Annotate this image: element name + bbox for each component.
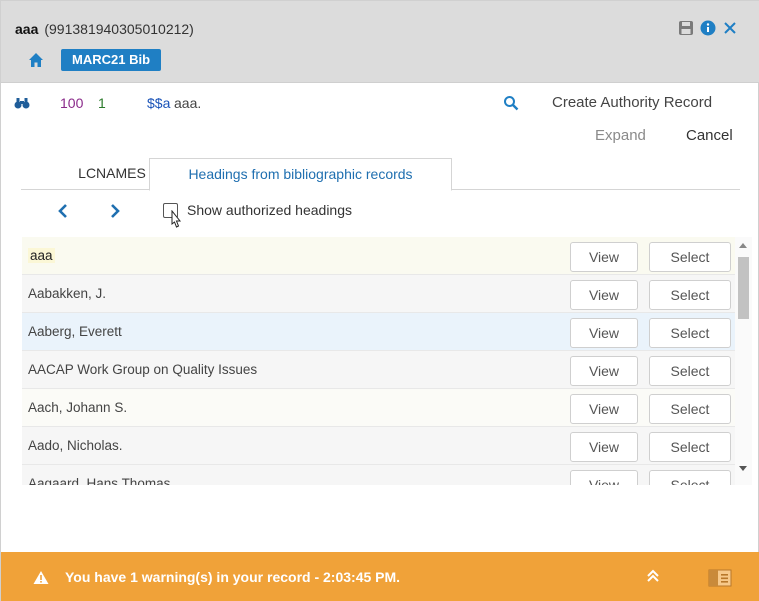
select-button[interactable]: Select: [649, 356, 731, 386]
headings-list: aaa View Select Aabakken, J. View Select…: [22, 237, 735, 485]
select-button[interactable]: Select: [649, 280, 731, 310]
heading-name: Aaberg, Everett: [28, 324, 122, 339]
select-button[interactable]: Select: [649, 432, 731, 462]
view-button[interactable]: View: [570, 318, 638, 348]
heading-name: Aado, Nicholas.: [28, 438, 123, 453]
list-item[interactable]: Aado, Nicholas. View Select: [22, 427, 735, 465]
search-icon[interactable]: [503, 95, 519, 111]
subfield-value: aaa.: [174, 95, 202, 111]
show-authorized-label: Show authorized headings: [187, 202, 353, 218]
authority-search-panel: aaa (991381940305010212) MARC21 Bib 100 …: [0, 0, 759, 601]
view-button[interactable]: View: [570, 356, 638, 386]
view-button[interactable]: View: [570, 432, 638, 462]
home-icon[interactable]: [28, 52, 44, 68]
binoculars-icon[interactable]: [14, 96, 30, 110]
select-button[interactable]: Select: [649, 242, 731, 272]
chevron-left-icon[interactable]: [57, 202, 69, 220]
heading-name: Aagaard, Hans Thomas: [28, 476, 171, 485]
cancel-link[interactable]: Cancel: [686, 127, 733, 144]
view-button[interactable]: View: [570, 394, 638, 424]
record-id: (991381940305010212): [44, 21, 194, 37]
heading-name: aaa: [28, 248, 55, 263]
create-authority-record-link[interactable]: Create Authority Record: [552, 94, 712, 111]
scroll-up-arrow[interactable]: [739, 243, 747, 248]
field-indicator: 1: [98, 95, 106, 111]
subfield-code: $$a: [147, 95, 171, 111]
select-button[interactable]: Select: [649, 318, 731, 348]
close-icon[interactable]: [722, 20, 738, 36]
select-button[interactable]: Select: [649, 394, 731, 424]
warning-icon: [33, 571, 49, 584]
list-item[interactable]: Aach, Johann S. View Select: [22, 389, 735, 427]
panel-toggle-icon[interactable]: [708, 569, 732, 587]
record-header: aaa (991381940305010212) MARC21 Bib: [1, 1, 759, 83]
save-icon[interactable]: [678, 20, 694, 36]
view-button[interactable]: View: [570, 280, 638, 310]
view-button[interactable]: View: [570, 470, 638, 485]
header-actions: [678, 20, 738, 36]
list-item[interactable]: Aagaard, Hans Thomas View Select: [22, 465, 735, 485]
heading-name: Aabakken, J.: [28, 286, 107, 301]
scroll-thumb[interactable]: [738, 257, 749, 319]
record-name: aaa: [15, 21, 39, 37]
list-item[interactable]: Aaberg, Everett View Select: [22, 313, 735, 351]
format-badge: MARC21 Bib: [61, 49, 162, 71]
list-item[interactable]: Aabakken, J. View Select: [22, 275, 735, 313]
info-icon[interactable]: [700, 20, 716, 36]
chevron-double-up-icon[interactable]: [646, 569, 660, 583]
list-item[interactable]: aaa View Select: [22, 237, 735, 275]
view-button[interactable]: View: [570, 242, 638, 272]
expand-link[interactable]: Expand: [595, 127, 646, 144]
scroll-down-arrow[interactable]: [739, 466, 747, 471]
tab-headings-from-bib[interactable]: Headings from bibliographic records: [149, 158, 452, 191]
list-scrollbar[interactable]: [735, 237, 752, 485]
source-tabs: LCNAMES Headings from bibliographic reco…: [21, 158, 740, 191]
heading-field-row: 100 1 $$a aaa. Create Authority Record: [1, 93, 759, 115]
chevron-right-icon[interactable]: [109, 202, 121, 220]
field-tag: 100: [60, 95, 84, 111]
warning-bar: You have 1 warning(s) in your record - 2…: [1, 552, 759, 601]
heading-name: Aach, Johann S.: [28, 400, 128, 415]
list-item[interactable]: AACAP Work Group on Quality Issues View …: [22, 351, 735, 389]
select-button[interactable]: Select: [649, 470, 731, 485]
mouse-pointer-icon: [171, 210, 182, 228]
record-title: aaa (991381940305010212): [15, 21, 194, 37]
heading-name: AACAP Work Group on Quality Issues: [28, 362, 258, 377]
warning-message: You have 1 warning(s) in your record - 2…: [65, 569, 401, 585]
